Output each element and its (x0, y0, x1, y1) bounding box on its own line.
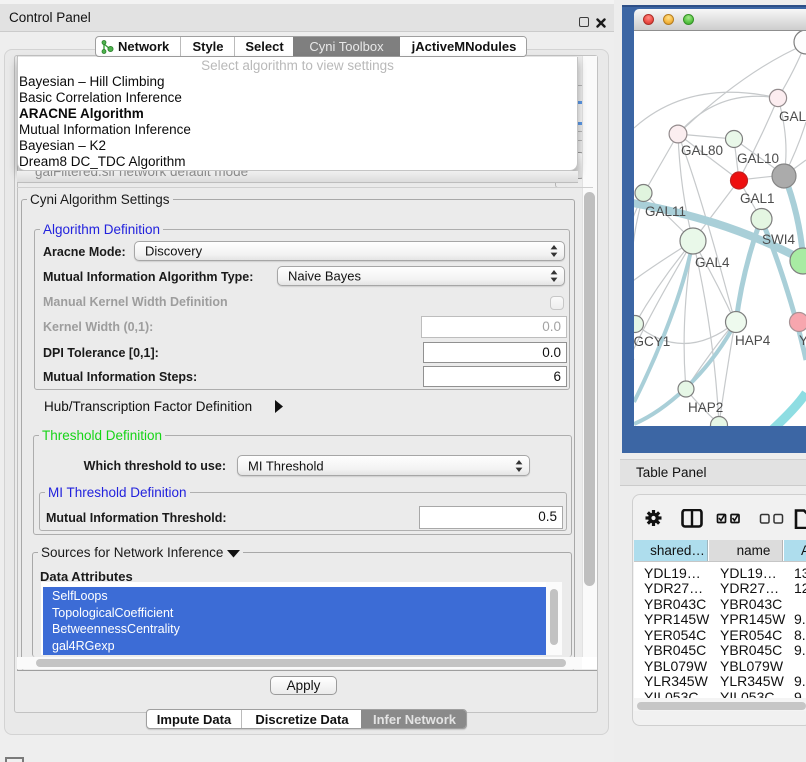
svg-text:GAL1: GAL1 (740, 191, 775, 206)
svg-text:SWI4: SWI4 (762, 232, 795, 247)
svg-text:GAL4: GAL4 (695, 255, 730, 270)
svg-text:GAL80: GAL80 (681, 143, 723, 158)
svg-text:YE: YE (799, 333, 806, 348)
svg-text:GCY1: GCY1 (634, 334, 670, 349)
svg-text:HAP2: HAP2 (688, 400, 723, 415)
svg-text:HAP4: HAP4 (735, 333, 771, 348)
svg-text:GAL10: GAL10 (737, 151, 779, 166)
svg-text:GAL2: GAL2 (779, 109, 806, 124)
svg-text:GAL11: GAL11 (645, 204, 686, 219)
